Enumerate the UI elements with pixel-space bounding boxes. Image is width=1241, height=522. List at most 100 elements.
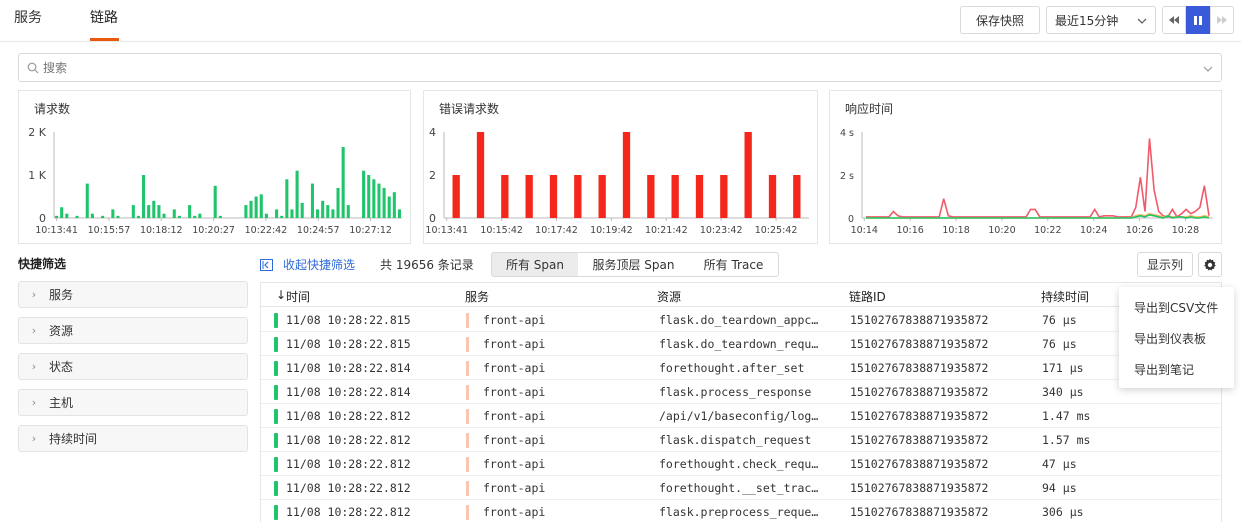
filter-facet[interactable]: › 资源 bbox=[18, 317, 248, 344]
tab-all-trace[interactable]: 所有 Trace bbox=[689, 252, 779, 277]
time-range-select[interactable]: 最近15分钟 bbox=[1046, 6, 1156, 34]
bar bbox=[177, 215, 181, 218]
cell-resource: flask.dispatch_request bbox=[659, 433, 812, 447]
search-input[interactable] bbox=[43, 58, 1193, 78]
x-tick-label: 10:28 bbox=[1172, 225, 1199, 236]
collapse-quick-filter-link[interactable]: 收起快捷筛选 bbox=[260, 256, 355, 273]
bar bbox=[65, 213, 69, 218]
cell-service: front-api bbox=[483, 361, 546, 375]
bar bbox=[452, 175, 460, 218]
x-tick-label: 10:20 bbox=[988, 225, 1015, 236]
tab-traces[interactable]: 链路 bbox=[90, 0, 118, 42]
cell-time: 11/08 10:28:22.812 bbox=[286, 457, 411, 471]
cell-time: 11/08 10:28:22.812 bbox=[286, 433, 411, 447]
rewind-button[interactable] bbox=[1162, 6, 1186, 34]
search-bar[interactable] bbox=[18, 53, 1222, 82]
table-header: ↓ 时间 服务 资源 链路ID 持续时间 bbox=[261, 283, 1221, 307]
x-tick-label: 10:16 bbox=[896, 225, 923, 236]
settings-button[interactable] bbox=[1198, 252, 1222, 277]
bar bbox=[188, 205, 192, 218]
bar bbox=[55, 215, 59, 218]
bar bbox=[249, 200, 253, 218]
x-tick-label: 10:22:42 bbox=[245, 225, 288, 236]
facet-label: 持续时间 bbox=[49, 432, 98, 446]
cell-service: front-api bbox=[483, 385, 546, 399]
cell-time: 11/08 10:28:22.815 bbox=[286, 337, 411, 351]
facet-label: 服务 bbox=[49, 288, 74, 302]
service-color-indicator bbox=[466, 337, 469, 352]
cell-time: 11/08 10:28:22.812 bbox=[286, 481, 411, 495]
filter-facet[interactable]: › 服务 bbox=[18, 281, 248, 308]
bar bbox=[218, 215, 222, 218]
cell-duration: 76 µs bbox=[1042, 337, 1077, 351]
bar bbox=[280, 215, 284, 218]
fast-forward-icon bbox=[1217, 16, 1227, 24]
chevron-right-icon: › bbox=[31, 396, 37, 409]
x-tick-label: 10:19:42 bbox=[590, 225, 633, 236]
table-row[interactable]: 11/08 10:28:22.812 front-api flask.dispatc… bbox=[261, 428, 1221, 452]
table-row[interactable]: 11/08 10:28:22.815 front-api flask.do_tear… bbox=[261, 308, 1221, 332]
table-row[interactable]: 11/08 10:28:22.814 front-api flask.process… bbox=[261, 380, 1221, 404]
tab-all-span[interactable]: 所有 Span bbox=[491, 252, 579, 277]
column-header-service[interactable]: 服务 bbox=[465, 288, 489, 305]
filter-facet[interactable]: › 持续时间 bbox=[18, 425, 248, 452]
save-snapshot-button[interactable]: 保存快照 bbox=[960, 6, 1040, 34]
cell-resource: forethought.__set_trac… bbox=[659, 481, 819, 495]
bar bbox=[213, 185, 217, 218]
column-header-trace-id[interactable]: 链路ID bbox=[849, 288, 886, 305]
export-dashboard-item[interactable]: 导出到仪表板 bbox=[1134, 330, 1206, 347]
bar bbox=[101, 215, 105, 218]
x-tick-label: 10:18 bbox=[942, 225, 969, 236]
chevron-right-icon: › bbox=[31, 288, 37, 301]
cell-duration: 76 µs bbox=[1042, 313, 1077, 327]
facet-label: 状态 bbox=[49, 360, 74, 374]
gear-icon bbox=[1204, 258, 1216, 271]
export-notebook-item[interactable]: 导出到笔记 bbox=[1134, 361, 1194, 378]
cell-trace-id: 15102767838871935872 bbox=[850, 409, 989, 423]
table-row[interactable]: 11/08 10:28:22.812 front-api flask.preproc… bbox=[261, 500, 1221, 522]
errors-chart-panel: 错误请求数 4 2 0 10:13:41 10:15:42 10:17:42 10:19:4… bbox=[423, 90, 818, 244]
bar bbox=[387, 196, 391, 218]
bar bbox=[346, 205, 350, 218]
table-row[interactable]: 11/08 10:28:22.812 front-api forethought.c… bbox=[261, 452, 1221, 476]
tab-service-top-span[interactable]: 服务顶层 Span bbox=[578, 252, 690, 277]
bar bbox=[336, 187, 340, 218]
table-row[interactable]: 11/08 10:28:22.814 front-api forethought.a… bbox=[261, 356, 1221, 380]
bar bbox=[793, 175, 801, 218]
pause-button[interactable] bbox=[1186, 6, 1210, 34]
bar bbox=[671, 175, 679, 218]
filter-facet[interactable]: › 主机 bbox=[18, 389, 248, 416]
bar bbox=[152, 200, 156, 218]
bar bbox=[397, 209, 401, 218]
column-header-resource[interactable]: 资源 bbox=[657, 288, 681, 305]
bar bbox=[331, 209, 335, 218]
bar bbox=[316, 209, 320, 218]
filter-facet[interactable]: › 状态 bbox=[18, 353, 248, 380]
quick-filter-title: 快捷筛选 bbox=[18, 257, 67, 271]
show-columns-button[interactable]: 显示列 bbox=[1137, 252, 1193, 277]
tab-services[interactable]: 服务 bbox=[14, 0, 42, 42]
y-tick-label: 0 bbox=[39, 212, 46, 225]
table-row[interactable]: 11/08 10:28:22.812 front-api forethought._… bbox=[261, 476, 1221, 500]
cell-time: 11/08 10:28:22.815 bbox=[286, 313, 411, 327]
table-row[interactable]: 11/08 10:28:22.815 front-api flask.do_tear… bbox=[261, 332, 1221, 356]
x-tick-label: 10:13:41 bbox=[35, 225, 78, 236]
sort-desc-icon[interactable]: ↓ bbox=[276, 288, 286, 302]
x-tick-label: 10:22 bbox=[1034, 225, 1061, 236]
bar bbox=[60, 207, 64, 218]
x-tick-label: 10:26 bbox=[1126, 225, 1153, 236]
bar bbox=[720, 175, 728, 218]
forward-button[interactable] bbox=[1210, 6, 1234, 34]
requests-chart-panel: 请求数 2 K1 K 0 10:13:41 10:15:57 10:18:12 10:20… bbox=[18, 90, 411, 244]
status-indicator bbox=[274, 433, 278, 448]
column-header-time[interactable]: 时间 bbox=[286, 288, 310, 305]
bar bbox=[285, 179, 289, 218]
table-row[interactable]: 11/08 10:28:22.812 front-api/api/v1/basec… bbox=[261, 404, 1221, 428]
bar bbox=[254, 196, 258, 218]
cell-resource: flask.preprocess_reque… bbox=[659, 505, 819, 519]
bar bbox=[744, 132, 752, 218]
bar bbox=[75, 215, 79, 218]
column-header-duration[interactable]: 持续时间 bbox=[1041, 288, 1089, 305]
export-csv-item[interactable]: 导出到CSV文件 bbox=[1134, 299, 1218, 316]
x-tick-label: 10:18:12 bbox=[140, 225, 183, 236]
